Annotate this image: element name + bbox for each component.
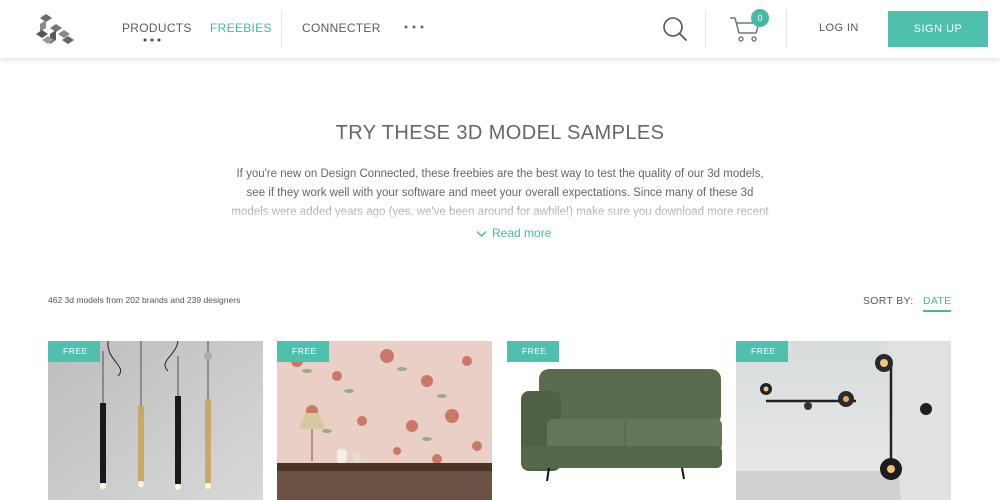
header-divider [705, 10, 706, 48]
signup-button[interactable]: SIGN UP [888, 11, 988, 47]
product-card[interactable]: FREE [48, 341, 263, 500]
nav-connecter[interactable]: CONNECTER [302, 21, 381, 35]
results-count: 462 3d models from 202 brands and 239 de… [48, 295, 241, 305]
free-badge: FREE [277, 341, 329, 362]
site-header: PRODUCTS FREEBIES CONNECTER 0 LOG IN SIG… [0, 0, 1000, 58]
login-link[interactable]: LOG IN [819, 22, 859, 34]
free-badge: FREE [48, 341, 100, 362]
chevron-down-icon [476, 230, 487, 237]
floral-wallpaper-image [277, 341, 492, 500]
product-card[interactable]: FREE [507, 341, 722, 500]
page-title: TRY THESE 3D MODEL SAMPLES [335, 122, 665, 144]
product-card[interactable]: FREE [736, 341, 951, 500]
nav-products[interactable]: PRODUCTS [122, 21, 192, 35]
green-sofa-image [507, 341, 722, 500]
intro-fade-overlay [220, 196, 780, 224]
wall-lamps-image [736, 341, 951, 500]
more-dots-icon[interactable] [142, 37, 162, 43]
nav-divider [281, 10, 282, 48]
sort-label: SORT BY: [863, 295, 914, 307]
free-badge: FREE [736, 341, 788, 362]
sort-dropdown[interactable]: DATE [923, 295, 952, 312]
pendant-lamps-image [48, 341, 263, 500]
read-more-link[interactable]: Read more [476, 226, 551, 240]
header-divider [786, 10, 787, 48]
free-badge: FREE [507, 341, 559, 362]
logo-icon[interactable] [36, 14, 74, 44]
more-menu-icon[interactable] [403, 22, 425, 32]
search-icon[interactable] [662, 16, 688, 42]
cart-count-badge: 0 [751, 9, 769, 27]
nav-freebies[interactable]: FREEBIES [210, 21, 272, 35]
read-more-label: Read more [492, 226, 552, 240]
product-card[interactable]: FREE [277, 341, 492, 500]
